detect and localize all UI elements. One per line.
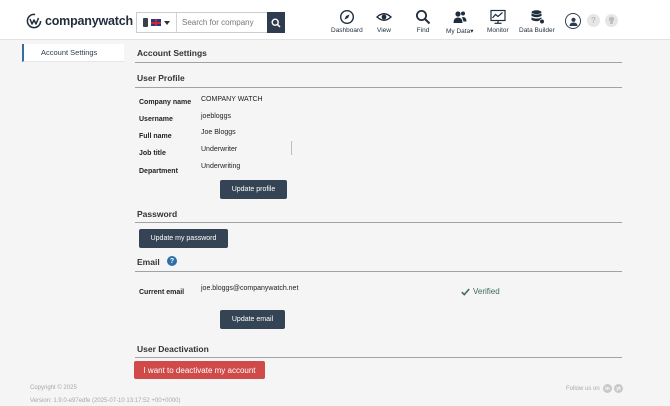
- users-icon: [453, 11, 467, 23]
- nav-label: Find: [416, 27, 430, 34]
- user-account-button[interactable]: [565, 13, 581, 29]
- help-button[interactable]: ?: [587, 14, 600, 27]
- update-profile-button[interactable]: Update profile: [220, 180, 287, 199]
- email-help-icon[interactable]: ?: [167, 256, 177, 266]
- email-verified-status: Verified: [461, 287, 500, 296]
- company-name-label: Company name: [139, 99, 192, 106]
- database-icon: [531, 10, 545, 25]
- department-label: Department: [139, 168, 178, 175]
- update-email-button[interactable]: Update email: [220, 310, 285, 329]
- nav-find[interactable]: Find: [415, 9, 431, 37]
- username-value: joebloggs: [201, 113, 231, 120]
- nav-label: View: [377, 27, 391, 34]
- username-label: Username: [139, 116, 173, 123]
- section-title-user-deactivation: User Deactivation: [137, 344, 209, 354]
- job-title-value: Underwriter: [201, 146, 238, 153]
- logo-mark-icon: [26, 13, 42, 29]
- nav-label: Data Builder: [519, 27, 555, 34]
- checkmark-icon: [461, 287, 470, 296]
- department-value: Underwriting: [201, 163, 241, 170]
- follow-us-text: Follow us on: [566, 386, 600, 392]
- page-title: Account Settings: [137, 48, 207, 58]
- user-icon: [569, 17, 577, 26]
- top-header: companywatch Dashboard View: [0, 0, 670, 40]
- divider: [135, 87, 622, 88]
- version-text: Version: 1.9.0-e97edfe (2025-07-10 13:17…: [30, 398, 181, 404]
- uk-flag-icon: [151, 19, 161, 26]
- company-search: [136, 12, 285, 33]
- divider: [135, 62, 622, 63]
- search-icon: [271, 17, 281, 28]
- search-button[interactable]: [267, 12, 285, 33]
- current-email-label: Current email: [139, 289, 185, 296]
- verified-label: Verified: [473, 287, 500, 296]
- copyright-text: Copyright © 2025: [30, 385, 77, 391]
- nav-view[interactable]: View: [376, 9, 392, 37]
- brand-name: companywatch: [45, 14, 133, 28]
- nav-label: My Data▾: [446, 28, 474, 35]
- chevron-down-icon: [164, 20, 170, 25]
- help-icon: ?: [591, 16, 596, 25]
- current-email-value: joe.bloggs@companywatch.net: [201, 285, 299, 292]
- brand-logo[interactable]: companywatch: [26, 12, 133, 30]
- divider: [135, 271, 622, 272]
- section-title-user-profile: User Profile: [137, 73, 185, 83]
- eye-icon: [376, 13, 392, 21]
- section-title-email: Email: [137, 257, 160, 267]
- nav-monitor[interactable]: Monitor: [487, 9, 509, 37]
- company-name-value: COMPANY WATCH: [201, 96, 263, 103]
- nav-label: Monitor: [487, 27, 509, 34]
- deactivate-account-button[interactable]: I want to deactivate my account: [134, 361, 265, 379]
- nav-dashboard[interactable]: Dashboard: [331, 9, 363, 37]
- lightbulb-icon: [608, 16, 615, 24]
- update-password-button[interactable]: Update my password: [139, 229, 228, 248]
- text-cursor: [291, 141, 292, 155]
- sidebar-item-label: Account Settings: [41, 48, 98, 57]
- divider: [135, 357, 622, 358]
- full-name-label: Full name: [139, 133, 172, 140]
- tips-button[interactable]: [605, 14, 618, 27]
- job-title-label: Job title: [139, 150, 166, 157]
- search-icon: [416, 10, 431, 25]
- full-name-value: Joe Bloggs: [201, 129, 236, 136]
- sidebar-item-account-settings[interactable]: Account Settings: [22, 44, 124, 62]
- divider: [135, 222, 622, 223]
- nav-label: Dashboard: [331, 27, 363, 34]
- search-input[interactable]: [178, 13, 266, 32]
- building-icon: [143, 18, 148, 27]
- country-selector[interactable]: [137, 13, 177, 32]
- linkedin-icon[interactable]: in: [603, 384, 612, 393]
- compass-icon: [339, 9, 354, 25]
- nav-my-data[interactable]: My Data▾: [446, 9, 473, 37]
- monitor-chart-icon: [490, 9, 506, 24]
- nav-data-builder[interactable]: Data Builder: [519, 9, 555, 37]
- youtube-icon[interactable]: yt: [614, 384, 623, 393]
- section-title-password: Password: [137, 209, 178, 219]
